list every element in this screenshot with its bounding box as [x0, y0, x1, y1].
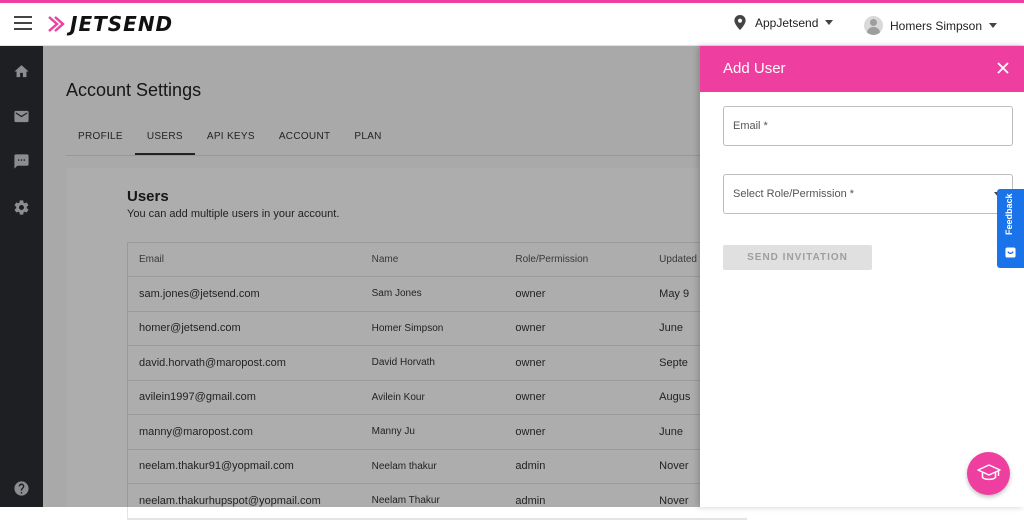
- chevron-down-icon: [825, 20, 834, 25]
- drawer-backdrop[interactable]: [0, 46, 700, 507]
- feedback-label: Feedback: [1004, 193, 1014, 235]
- drawer-header: Add User: [700, 46, 1024, 92]
- send-invitation-button[interactable]: SEND INVITATION: [723, 245, 872, 270]
- logo[interactable]: JETSEND: [48, 12, 173, 36]
- drawer-title: Add User: [723, 60, 786, 77]
- menu-icon[interactable]: [14, 16, 32, 30]
- logo-text: JETSEND: [70, 12, 174, 36]
- user-menu[interactable]: Homers Simpson: [864, 16, 998, 35]
- account-name: AppJetsend: [755, 15, 819, 30]
- chevron-down-icon: [989, 23, 998, 28]
- academy-button[interactable]: [967, 452, 1010, 495]
- role-select[interactable]: Select Role/Permission *: [723, 174, 1013, 214]
- user-name: Homers Simpson: [890, 18, 983, 33]
- role-select-label: Select Role/Permission *: [733, 188, 855, 200]
- feedback-tab[interactable]: Feedback: [997, 189, 1024, 268]
- graduation-cap-icon: [977, 464, 1001, 481]
- email-field[interactable]: Email *: [723, 106, 1013, 146]
- add-user-drawer: Add User Email * Select Role/Permission …: [700, 46, 1024, 507]
- account-selector[interactable]: AppJetsend: [734, 15, 834, 30]
- close-icon[interactable]: [996, 61, 1010, 75]
- logo-mark-icon: [48, 16, 65, 32]
- feedback-icon: [1005, 247, 1016, 258]
- top-bar: JETSEND AppJetsend Homers Simpson: [0, 0, 1024, 46]
- location-pin-icon: [734, 15, 746, 30]
- avatar: [864, 16, 883, 35]
